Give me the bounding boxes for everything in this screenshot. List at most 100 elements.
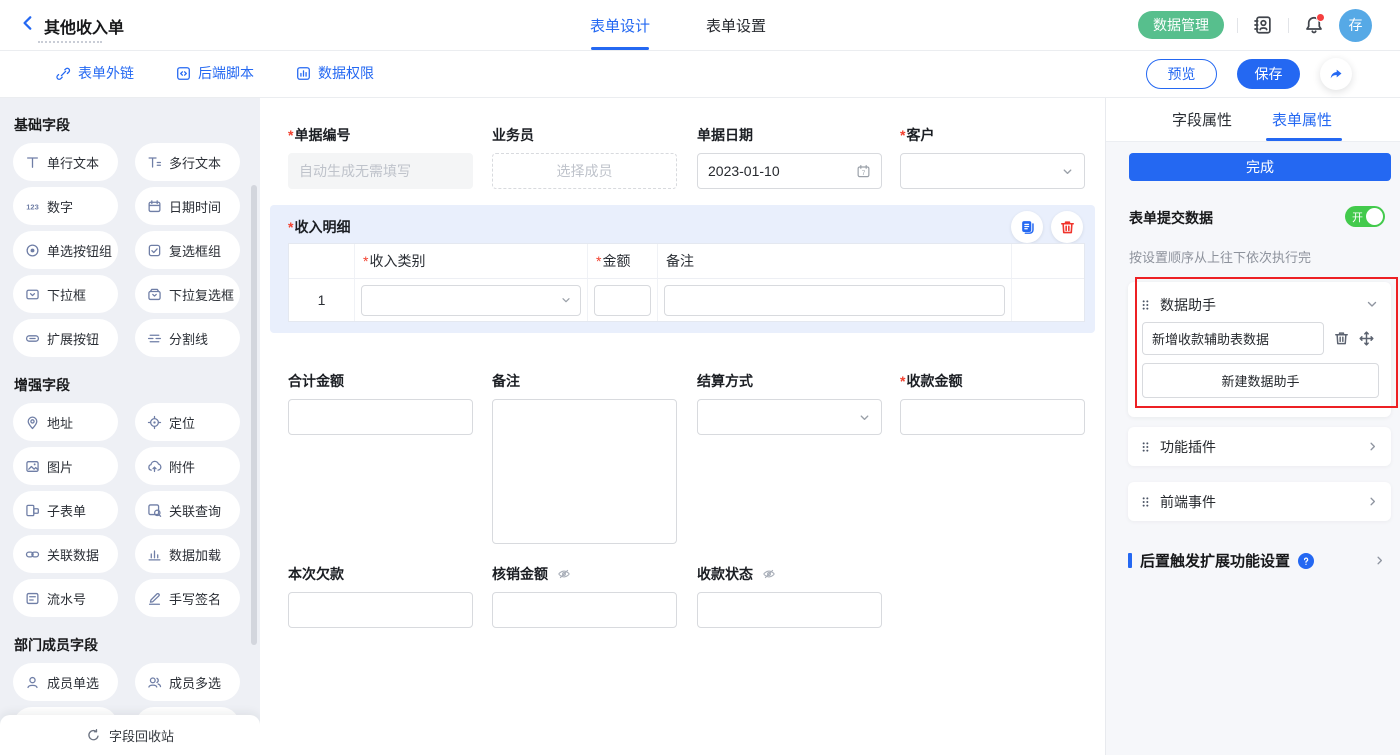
sidebar-item-subform[interactable]: 子表单 bbox=[13, 491, 118, 529]
sidebar-item-datetime[interactable]: 日期时间 bbox=[135, 187, 240, 225]
form-external-link[interactable]: 表单外链 bbox=[56, 63, 134, 83]
field-doc-date[interactable]: 单据日期 2023-01-10 7 bbox=[697, 125, 882, 189]
doc-no-input[interactable]: 自动生成无需填写 bbox=[288, 153, 473, 189]
sidebar-item-serial[interactable]: 流水号 bbox=[13, 579, 118, 617]
sidebar-item-address[interactable]: 地址 bbox=[13, 403, 118, 441]
plugin-card[interactable]: 功能插件 bbox=[1128, 427, 1391, 466]
help-icon[interactable] bbox=[1298, 553, 1314, 569]
preview-button[interactable]: 预览 bbox=[1146, 59, 1217, 89]
sidebar-item-linked-query[interactable]: 关联查询 bbox=[135, 491, 240, 529]
notification-badge bbox=[1316, 13, 1325, 22]
received-amount-input[interactable] bbox=[900, 399, 1085, 435]
svg-text:7: 7 bbox=[862, 170, 866, 177]
notification-bell-icon[interactable] bbox=[1302, 13, 1326, 37]
sidebar-item-linked-data[interactable]: 关联数据 bbox=[13, 535, 118, 573]
subform-icon bbox=[25, 503, 40, 518]
toggle-knob bbox=[1366, 208, 1383, 225]
total-amount-input[interactable] bbox=[288, 399, 473, 435]
field-recycle-bin[interactable]: 字段回收站 bbox=[0, 715, 260, 755]
page-title[interactable]: 其他收入单 bbox=[44, 14, 124, 38]
field-customer[interactable]: 客户 bbox=[900, 125, 1085, 189]
sidebar-item-single-text[interactable]: 单行文本 bbox=[13, 143, 118, 181]
customer-select[interactable] bbox=[900, 153, 1085, 189]
submit-data-toggle[interactable]: 开 bbox=[1345, 206, 1385, 227]
amount-input[interactable] bbox=[594, 285, 651, 316]
frontend-event-card[interactable]: 前端事件 bbox=[1128, 482, 1391, 521]
sidebar-item-member-multi[interactable]: 成员多选 bbox=[135, 663, 240, 701]
chevron-down-icon bbox=[1061, 165, 1074, 178]
drag-handle-icon[interactable] bbox=[1140, 440, 1151, 454]
data-permission-icon bbox=[296, 66, 311, 81]
data-manage-button[interactable]: 数据管理 bbox=[1138, 11, 1224, 39]
field-library-sidebar: 基础字段 单行文本 多行文本 123 数字 日期时间 单选按钮组 复选框组 bbox=[0, 97, 260, 755]
new-assistant-button[interactable]: 新建数据助手 bbox=[1142, 363, 1379, 398]
sidebar-item-divider[interactable]: 分割线 bbox=[135, 319, 240, 357]
receive-status-input[interactable] bbox=[697, 592, 882, 628]
trash-icon[interactable] bbox=[1333, 330, 1350, 347]
category-select[interactable] bbox=[361, 285, 581, 316]
post-trigger-row[interactable]: 后置触发扩展功能设置 bbox=[1128, 550, 1386, 571]
sidebar-item-radio-group[interactable]: 单选按钮组 bbox=[13, 231, 118, 269]
field-receive-status[interactable]: 收款状态 bbox=[697, 564, 882, 628]
note-input[interactable] bbox=[664, 285, 1005, 316]
back-icon[interactable] bbox=[20, 15, 36, 31]
properties-panel: 字段属性 表单属性 完成 表单提交数据 开 按设置顺序从上往下依次执行完 数据助… bbox=[1105, 97, 1400, 755]
field-label: 单据编号 bbox=[288, 125, 350, 145]
col-category: 收入类别 bbox=[355, 244, 588, 279]
field-salesman[interactable]: 业务员 选择成员 bbox=[492, 125, 677, 189]
note-textarea[interactable] bbox=[492, 399, 677, 544]
share-button[interactable] bbox=[1320, 58, 1352, 90]
field-note[interactable]: 备注 bbox=[492, 371, 677, 544]
avatar[interactable]: 存 bbox=[1339, 9, 1372, 42]
move-icon[interactable] bbox=[1358, 330, 1375, 347]
field-received-amount[interactable]: 收款金额 bbox=[900, 371, 1085, 435]
field-doc-no[interactable]: 单据编号 自动生成无需填写 bbox=[288, 125, 473, 189]
sidebar-item-number[interactable]: 123 数字 bbox=[13, 187, 118, 225]
doc-date-input[interactable]: 2023-01-10 7 bbox=[697, 153, 882, 189]
tab-field-properties[interactable]: 字段属性 bbox=[1172, 97, 1232, 141]
assistant-item-input[interactable]: 新增收款辅助表数据 bbox=[1142, 322, 1324, 355]
field-label: 结算方式 bbox=[697, 371, 753, 391]
sidebar-item-multi-text[interactable]: 多行文本 bbox=[135, 143, 240, 181]
settle-method-select[interactable] bbox=[697, 399, 882, 435]
sidebar-item-locate[interactable]: 定位 bbox=[135, 403, 240, 441]
sidebar-item-select[interactable]: 下拉框 bbox=[13, 275, 118, 313]
drag-handle-icon[interactable] bbox=[1140, 495, 1151, 509]
sidebar-item-expand-button[interactable]: 扩展按钮 bbox=[13, 319, 118, 357]
sidebar-item-member-single[interactable]: 成员单选 bbox=[13, 663, 118, 701]
tab-form-settings[interactable]: 表单设置 bbox=[706, 0, 766, 50]
sidebar-item-data-load[interactable]: 数据加载 bbox=[135, 535, 240, 573]
row-actions bbox=[1012, 279, 1084, 321]
tab-form-design[interactable]: 表单设计 bbox=[590, 0, 650, 50]
delete-button[interactable] bbox=[1051, 211, 1083, 243]
field-settle-method[interactable]: 结算方式 bbox=[697, 371, 882, 435]
eye-off-icon bbox=[762, 567, 776, 581]
backend-script-link[interactable]: 后端脚本 bbox=[176, 63, 254, 83]
chevron-right-icon[interactable] bbox=[1373, 554, 1386, 567]
sidebar-item-signature[interactable]: 手写签名 bbox=[135, 579, 240, 617]
field-debt[interactable]: 本次欠款 bbox=[288, 564, 473, 628]
salesman-member-picker[interactable]: 选择成员 bbox=[492, 153, 677, 189]
drag-handle-icon[interactable] bbox=[1140, 298, 1151, 312]
chevron-down-icon[interactable] bbox=[1365, 297, 1379, 311]
col-note: 备注 bbox=[658, 244, 1012, 279]
member-multi-icon bbox=[147, 675, 162, 690]
divider bbox=[1288, 18, 1289, 33]
writeoff-input[interactable] bbox=[492, 592, 677, 628]
copy-button[interactable] bbox=[1011, 211, 1043, 243]
tab-form-properties[interactable]: 表单属性 bbox=[1272, 97, 1332, 141]
sidebar-item-attachment[interactable]: 附件 bbox=[135, 447, 240, 485]
sidebar-scrollbar[interactable] bbox=[251, 185, 257, 645]
sidebar-item-multi-select[interactable]: 下拉复选框 bbox=[135, 275, 240, 313]
done-button[interactable]: 完成 bbox=[1129, 153, 1391, 181]
header-tabs: 表单设计 表单设置 bbox=[590, 0, 766, 50]
income-detail-section[interactable]: 收入明细 收入类别 金额 备注 1 bbox=[270, 205, 1095, 333]
field-writeoff[interactable]: 核销金额 bbox=[492, 564, 677, 628]
data-permission-link[interactable]: 数据权限 bbox=[296, 63, 374, 83]
sidebar-item-checkbox-group[interactable]: 复选框组 bbox=[135, 231, 240, 269]
save-button[interactable]: 保存 bbox=[1237, 59, 1300, 89]
debt-input[interactable] bbox=[288, 592, 473, 628]
field-total-amount[interactable]: 合计金额 bbox=[288, 371, 473, 435]
sidebar-item-image[interactable]: 图片 bbox=[13, 447, 118, 485]
address-book-icon[interactable] bbox=[1251, 13, 1275, 37]
